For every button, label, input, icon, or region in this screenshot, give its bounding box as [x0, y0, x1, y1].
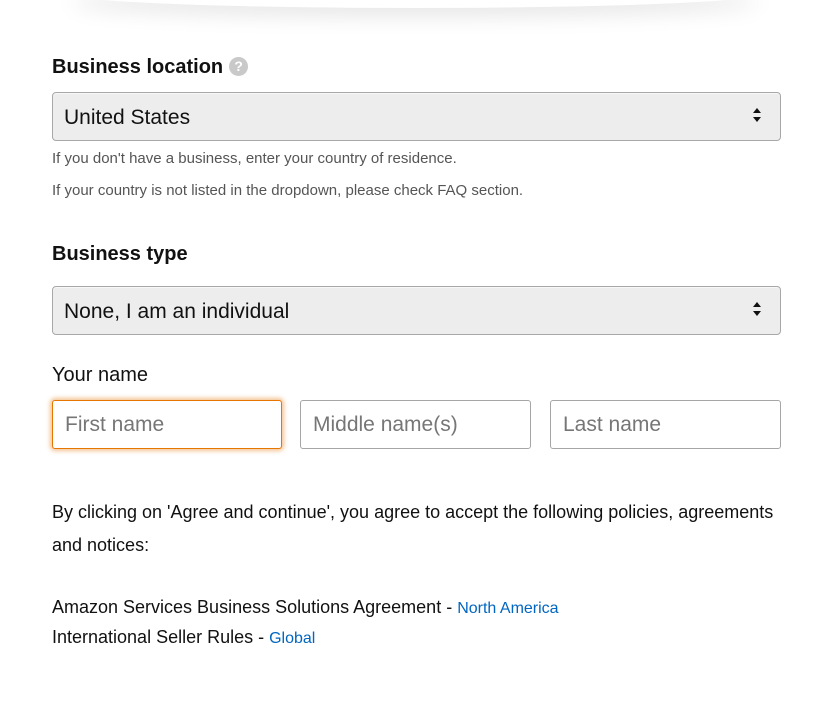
business-location-hint-1: If you don't have a business, enter your…: [52, 150, 457, 167]
business-type-label: Business type: [52, 243, 188, 265]
first-name-input[interactable]: [52, 400, 282, 449]
business-type-selected-value: None, I am an individual: [64, 300, 290, 323]
business-location-label-text: Business location: [52, 56, 224, 78]
last-name-input[interactable]: [550, 400, 781, 449]
select-arrows-icon: [752, 302, 762, 320]
business-location-select[interactable]: United States: [52, 92, 781, 141]
business-location-hint-2: If your country is not listed in the dro…: [52, 182, 524, 199]
top-card-shadow: [70, 0, 760, 8]
agreement-text: By clicking on 'Agree and continue', you…: [52, 502, 774, 555]
help-icon[interactable]: ?: [229, 57, 249, 76]
policy-item: Amazon Services Business Solutions Agree…: [52, 597, 559, 618]
your-name-label: Your name: [52, 364, 148, 386]
policy-link-north-america[interactable]: North America: [457, 600, 558, 617]
business-location-selected-value: United States: [64, 106, 191, 129]
policy-link-global[interactable]: Global: [269, 630, 315, 647]
policy-name: International Seller Rules -: [52, 627, 270, 647]
select-arrows-icon: [752, 108, 762, 126]
middle-name-input[interactable]: [300, 400, 531, 449]
business-type-select[interactable]: None, I am an individual: [52, 286, 781, 335]
policy-item: International Seller Rules - Global: [52, 627, 315, 648]
policy-name: Amazon Services Business Solutions Agree…: [52, 597, 458, 617]
business-location-label: Business location?: [52, 56, 249, 79]
